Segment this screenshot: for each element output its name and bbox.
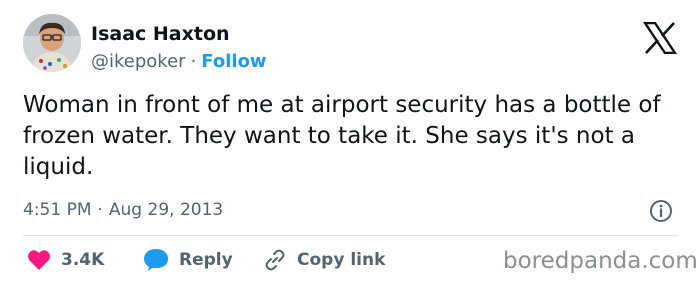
speech-bubble-icon bbox=[144, 249, 168, 271]
divider bbox=[23, 235, 678, 236]
author-handle[interactable]: @ikepoker bbox=[91, 51, 186, 72]
heart-icon bbox=[28, 250, 50, 270]
watermark: boredpanda.com bbox=[503, 248, 698, 274]
tweet-time[interactable]: 4:51 PM bbox=[23, 200, 92, 220]
separator: · bbox=[190, 51, 197, 72]
reply-button[interactable]: Reply bbox=[143, 246, 233, 274]
separator: · bbox=[97, 200, 103, 220]
x-logo-icon[interactable] bbox=[642, 21, 678, 55]
follow-button[interactable]: Follow bbox=[201, 51, 266, 72]
link-icon bbox=[265, 249, 285, 271]
tweet-header: Isaac Haxton @ikepoker · Follow bbox=[23, 14, 683, 78]
reply-label: Reply bbox=[179, 250, 233, 270]
tweet-timestamp[interactable]: 4:51 PM · Aug 29, 2013 bbox=[23, 200, 223, 220]
info-icon[interactable] bbox=[649, 199, 673, 223]
avatar[interactable] bbox=[23, 14, 81, 72]
author-name[interactable]: Isaac Haxton bbox=[91, 23, 230, 45]
copy-link-button[interactable]: Copy link bbox=[263, 246, 385, 274]
like-button[interactable]: 3.4K bbox=[27, 246, 104, 274]
author-handle-row: @ikepoker · Follow bbox=[91, 51, 267, 72]
tweet-date[interactable]: Aug 29, 2013 bbox=[109, 200, 223, 220]
copy-link-label: Copy link bbox=[297, 250, 386, 270]
likes-count: 3.4K bbox=[61, 250, 105, 270]
tweet-text: Woman in front of me at airport security… bbox=[23, 92, 661, 180]
